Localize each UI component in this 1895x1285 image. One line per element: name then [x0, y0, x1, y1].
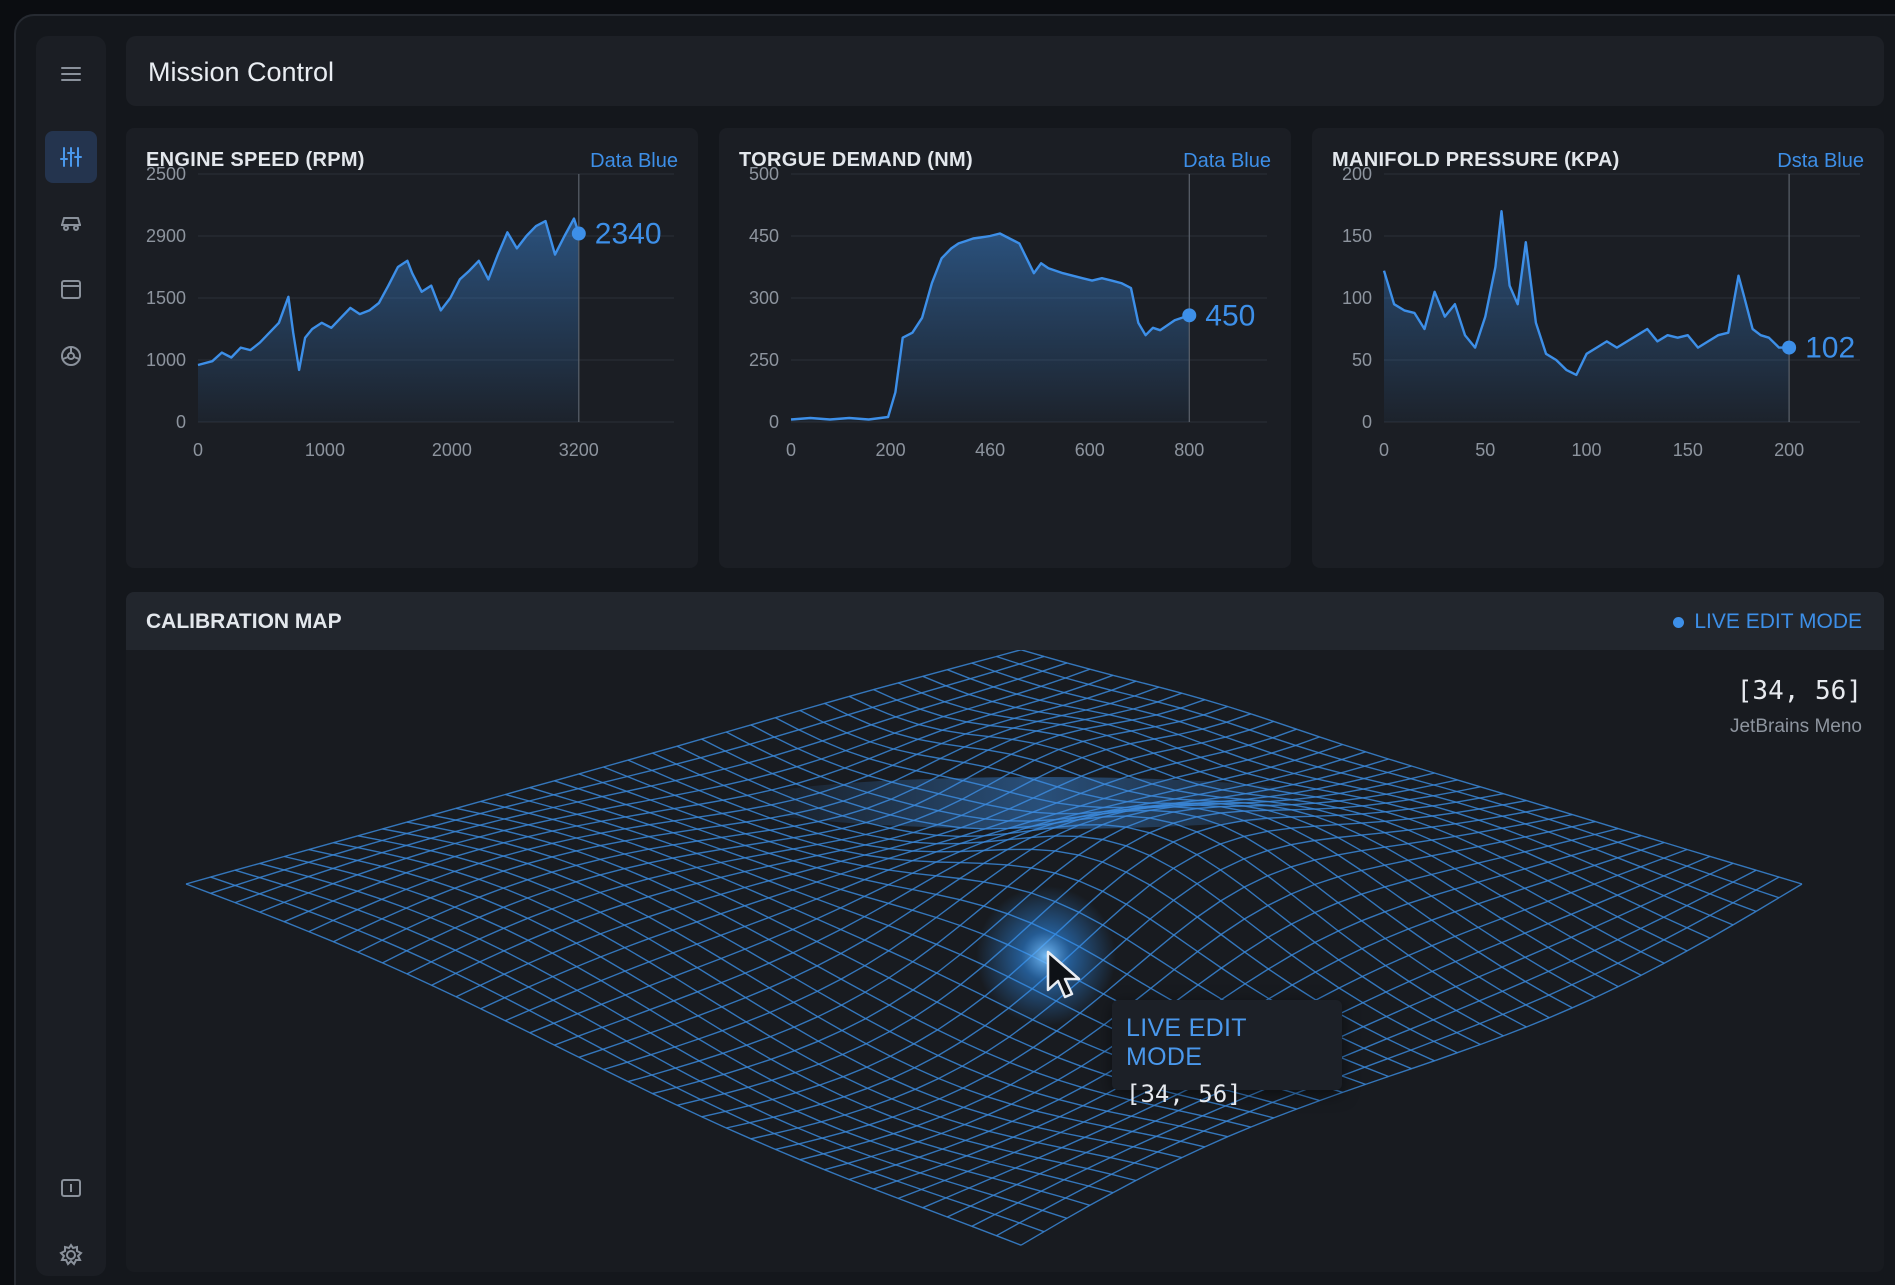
- current-value-point: [1782, 340, 1797, 355]
- mesh-line: [505, 736, 1320, 1022]
- mouse-pointer-icon: [1046, 950, 1081, 999]
- x-tick-label: 0: [193, 440, 203, 460]
- x-tick-label: 800: [1174, 440, 1204, 460]
- calendar-icon[interactable]: [45, 263, 97, 315]
- top-bar: Mission Control: [126, 36, 1884, 106]
- tooltip-coordinate: [34, 56]: [1126, 1080, 1242, 1108]
- current-value-label: 450: [1205, 299, 1255, 332]
- car-icon[interactable]: [45, 196, 97, 248]
- y-tick-label: 1500: [146, 288, 186, 308]
- engine-icon[interactable]: [45, 330, 97, 382]
- y-tick-label: 450: [749, 226, 779, 246]
- x-tick-label: 600: [1075, 440, 1105, 460]
- y-tick-label: 250: [749, 350, 779, 370]
- y-tick-label: 50: [1352, 350, 1372, 370]
- hamburger-menu-icon[interactable]: [45, 48, 97, 100]
- calibration-map-panel: CALIBRATION MAP LIVE EDIT MODE [34, 56] …: [126, 592, 1884, 1272]
- tooltip-title: LIVE EDIT MODE: [1126, 1014, 1247, 1071]
- mesh-line: [185, 883, 1022, 1246]
- y-tick-label: 200: [1342, 164, 1372, 184]
- x-tick-label: 460: [975, 440, 1005, 460]
- mesh-line: [750, 724, 1550, 1019]
- y-tick-label: 0: [1362, 412, 1372, 432]
- calibration-surface-mesh[interactable]: [126, 650, 1884, 1272]
- chart-card-manifold-pressure: MANIFOLD PRESSURE (KPA) Dsta Blue 0 50 100…: [1312, 128, 1884, 568]
- series-area: [791, 233, 1190, 422]
- current-value-label: 102: [1805, 332, 1855, 365]
- series-area: [198, 218, 579, 422]
- x-tick-label: 0: [1379, 440, 1389, 460]
- x-tick-label: 50: [1475, 440, 1495, 460]
- y-tick-label: 2500: [146, 164, 186, 184]
- mesh-line: [431, 713, 1251, 986]
- info-panel-icon[interactable]: [45, 1162, 97, 1214]
- mesh-line: [996, 655, 1780, 899]
- engine-speed-plot[interactable]: 0 1000 1500 2900 2500 0 1000 2000 3200 2340: [126, 128, 698, 568]
- mesh-line: [259, 862, 1091, 1206]
- chart-card-torque-demand: TORGUE DEMAND (NM) Data Blue 0 250 300 450 5…: [719, 128, 1291, 568]
- live-status-dot: [1673, 616, 1685, 628]
- x-tick-label: 200: [876, 440, 906, 460]
- y-tick-label: 0: [176, 412, 186, 432]
- y-tick-label: 500: [749, 164, 779, 184]
- page-title: Mission Control: [148, 57, 335, 87]
- mesh-line: [234, 869, 1068, 1219]
- y-tick-label: 2900: [146, 226, 186, 246]
- y-tick-label: 150: [1342, 226, 1372, 246]
- y-tick-label: 0: [769, 412, 779, 432]
- torque-demand-plot[interactable]: 0 250 300 450 500 0 200 460 600 800 450: [719, 128, 1291, 568]
- current-value-point: [1182, 308, 1197, 323]
- gear-icon[interactable]: [45, 1229, 97, 1281]
- live-edit-mode-indicator[interactable]: LIVE EDIT MODE: [1673, 610, 1862, 634]
- manifold-pressure-plot[interactable]: 0 50 100 150 200 0 50 100 150 200 102: [1312, 128, 1884, 568]
- edit-point-tooltip: LIVE EDIT MODE [34, 56]: [1112, 1000, 1342, 1108]
- x-tick-label: 200: [1774, 440, 1804, 460]
- x-tick-label: 100: [1572, 440, 1602, 460]
- chart-card-engine-speed: ENGINE SPEED (RPM) Data Blue 0 1000 1500 29…: [126, 128, 698, 568]
- x-tick-label: 1000: [305, 440, 345, 460]
- current-value-point: [571, 226, 586, 241]
- gauges-icon[interactable]: [45, 131, 97, 183]
- y-tick-label: 100: [1342, 288, 1372, 308]
- mesh-line: [1020, 650, 1803, 885]
- x-tick-label: 3200: [559, 440, 599, 460]
- x-tick-label: 150: [1673, 440, 1703, 460]
- current-value-label: 2340: [595, 218, 662, 251]
- mesh-ridge-highlight: [741, 777, 1341, 829]
- live-edit-mode-label: LIVE EDIT MODE: [1694, 610, 1862, 633]
- calibration-map-title: CALIBRATION MAP: [146, 610, 342, 633]
- x-tick-label: 0: [786, 440, 796, 460]
- sidebar: [36, 36, 106, 1276]
- calibration-map-header: CALIBRATION MAP LIVE EDIT MODE: [126, 592, 1884, 650]
- y-tick-label: 1000: [146, 350, 186, 370]
- x-tick-label: 2000: [432, 440, 472, 460]
- y-tick-label: 300: [749, 288, 779, 308]
